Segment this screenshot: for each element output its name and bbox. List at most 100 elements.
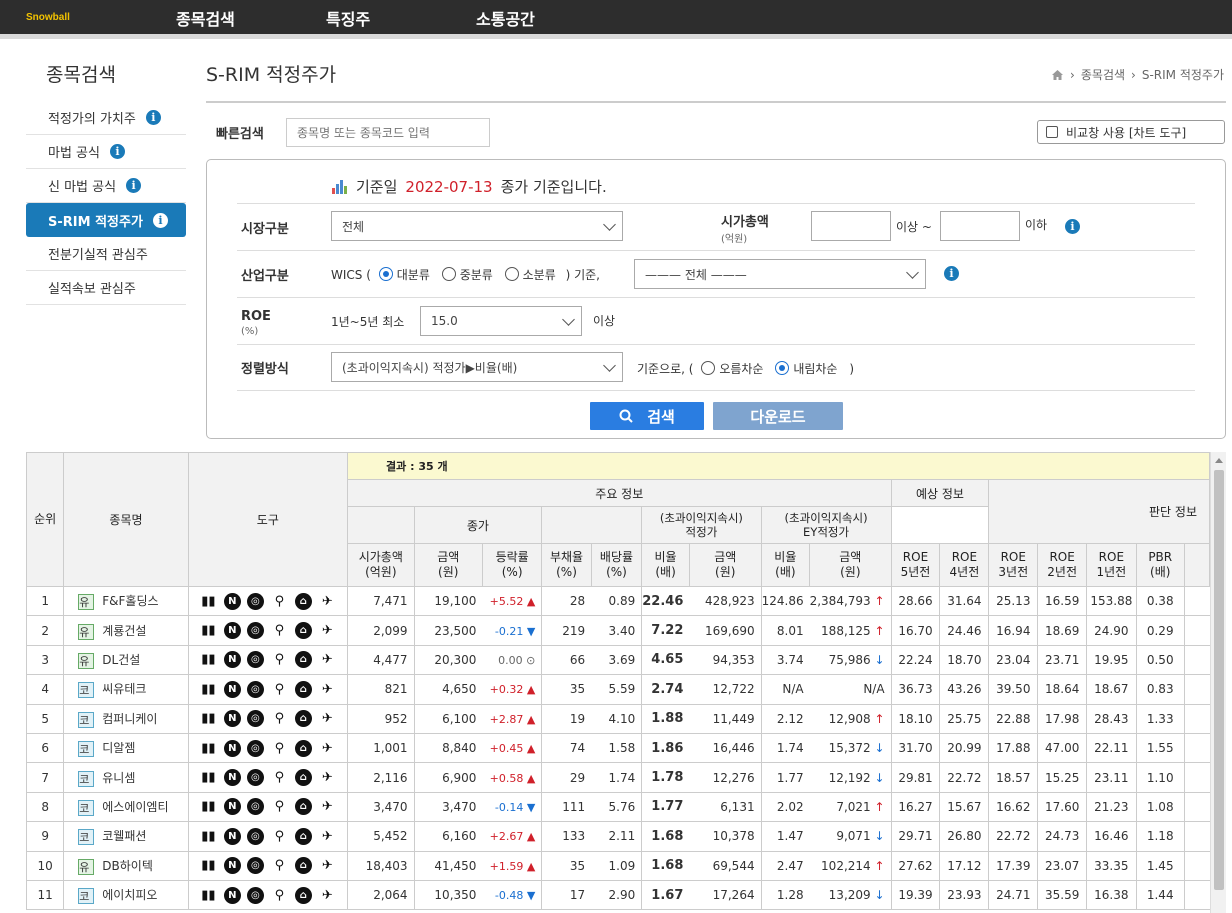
magnifier-icon[interactable]: ⚲ (270, 709, 289, 728)
col-roe3[interactable]: ROE 3년전 (988, 543, 1039, 587)
home-icon[interactable]: ⌂ (294, 798, 312, 816)
radio-minor[interactable]: 소분류 (504, 267, 556, 282)
radio-ascending[interactable]: 오름차순 (701, 361, 763, 376)
sidebar-item-3[interactable]: S-RIM 적정주가 i (26, 203, 186, 237)
sidebar-item-5[interactable]: 실적속보 관심주 (26, 271, 186, 305)
naver-icon[interactable]: N (223, 769, 241, 787)
col-market-cap[interactable]: 시가총액 (억원) (347, 543, 415, 587)
pin-icon[interactable]: ✈ (318, 621, 337, 640)
table-row[interactable]: 11 코 에이치피오 ▮▮ N ◎ ⚲ ⌂ ✈ 2,064 10,350 -0.48 ▼ 17 2.90 1… (26, 879, 1210, 911)
col-fair-price[interactable]: 금액 (원) (688, 543, 762, 587)
table-row[interactable]: 5 코 컴퍼니케이 ▮▮ N ◎ ⚲ ⌂ ✈ 952 6,100 +2.87 ▲ 19 4.10 1.88 1… (26, 703, 1210, 734)
table-row[interactable]: 3 유 DL건설 ▮▮ N ◎ ⚲ ⌂ ✈ 4,477 20,300 0.00 ⊙ 66 3.69 4.65… (26, 644, 1210, 676)
stock-name-cell[interactable]: 코 코웰패션 (63, 821, 189, 852)
stock-name-cell[interactable]: 코 에이치피오 (63, 879, 189, 911)
nav-stock-search[interactable]: 종목검색 (176, 6, 235, 30)
info-icon[interactable]: i (126, 178, 142, 193)
col-name[interactable]: 종목명 (63, 452, 189, 587)
home-icon[interactable]: ⌂ (294, 769, 312, 787)
compass-icon[interactable]: ◎ (246, 739, 264, 757)
sort-select[interactable]: (초과이익지속시) 적정가▶비율(배) (331, 352, 623, 382)
info-icon[interactable]: i (145, 110, 161, 125)
scroll-up-icon[interactable] (1215, 458, 1223, 463)
stock-name-cell[interactable]: 유 DB하이텍 (63, 850, 189, 881)
table-row[interactable]: 9 코 코웰패션 ▮▮ N ◎ ⚲ ⌂ ✈ 5,452 6,160 +2.67 ▲ 133 2.11 1.6… (26, 821, 1210, 852)
magnifier-icon[interactable]: ⚲ (270, 739, 289, 758)
col-roe2[interactable]: ROE 2년전 (1037, 543, 1088, 587)
chart-icon[interactable]: ▮▮ (199, 797, 218, 816)
chart-icon[interactable]: ▮▮ (199, 709, 218, 728)
home-icon[interactable]: ⌂ (294, 739, 312, 757)
stock-name-cell[interactable]: 코 씨유테크 (63, 674, 189, 705)
pin-icon[interactable]: ✈ (318, 797, 337, 816)
radio-ascending-dot[interactable] (701, 361, 716, 375)
magnifier-icon[interactable]: ⚲ (270, 797, 289, 816)
chart-icon[interactable]: ▮▮ (199, 856, 218, 875)
pin-icon[interactable]: ✈ (318, 768, 337, 787)
table-row[interactable]: 4 코 씨유테크 ▮▮ N ◎ ⚲ ⌂ ✈ 821 4,650 +0.32 ▲ 35 5.59 2.74 12… (26, 674, 1210, 705)
stock-name-cell[interactable]: 유 계룡건설 (63, 615, 189, 646)
info-icon[interactable]: i (944, 266, 959, 281)
radio-minor-dot[interactable] (504, 267, 519, 281)
naver-icon[interactable]: N (223, 798, 241, 816)
col-dividend[interactable]: 배당률 (%) (590, 543, 643, 587)
compass-icon[interactable]: ◎ (246, 651, 264, 669)
home-icon[interactable]: ⌂ (294, 680, 312, 698)
roe-select[interactable]: 15.0 (420, 306, 582, 336)
radio-descending[interactable]: 내림차순 (775, 361, 837, 376)
table-scrollbar[interactable] (1210, 452, 1226, 913)
chart-icon[interactable]: ▮▮ (199, 621, 218, 640)
table-row[interactable]: 6 코 디알젬 ▮▮ N ◎ ⚲ ⌂ ✈ 1,001 8,840 +0.45 ▲ 74 1.58 1.86 1… (26, 732, 1210, 764)
scrollbar-thumb[interactable] (1214, 470, 1224, 890)
naver-icon[interactable]: N (223, 651, 241, 669)
chart-icon[interactable]: ▮▮ (199, 739, 218, 758)
naver-icon[interactable]: N (223, 739, 241, 757)
naver-icon[interactable]: N (223, 592, 241, 610)
chart-icon[interactable]: ▮▮ (199, 886, 218, 905)
info-icon[interactable]: i (1065, 219, 1080, 234)
download-button[interactable]: 다운로드 (713, 402, 843, 430)
sidebar-item-2[interactable]: 신 마법 공식 i (26, 169, 186, 203)
pin-icon[interactable]: ✈ (318, 592, 337, 611)
home-icon[interactable]: ⌂ (294, 886, 312, 904)
compare-checkbox[interactable] (1046, 126, 1058, 138)
stock-name-cell[interactable]: 코 컴퍼니케이 (63, 703, 189, 734)
magnifier-icon[interactable]: ⚲ (270, 680, 289, 699)
home-icon[interactable]: ⌂ (294, 651, 312, 669)
stock-name-cell[interactable]: 코 유니셈 (63, 762, 189, 793)
table-row[interactable]: 2 유 계룡건설 ▮▮ N ◎ ⚲ ⌂ ✈ 2,099 23,500 -0.21 ▼ 219 3.40 7.… (26, 615, 1210, 646)
quick-search-input[interactable] (286, 118, 490, 147)
search-button[interactable]: 검색 (590, 402, 704, 430)
table-row[interactable]: 1 유 F&F홀딩스 ▮▮ N ◎ ⚲ ⌂ ✈ 7,471 19,100 +5.52 ▲ 28 0.89 2… (26, 585, 1210, 617)
magnifier-icon[interactable]: ⚲ (270, 621, 289, 640)
col-roe1[interactable]: ROE 1년전 (1086, 543, 1137, 587)
pin-icon[interactable]: ✈ (318, 856, 337, 875)
compass-icon[interactable]: ◎ (246, 886, 264, 904)
home-icon[interactable]: ⌂ (294, 622, 312, 640)
compare-window-toggle[interactable]: 비교창 사용 [차트 도구] (1037, 120, 1225, 144)
industry-select[interactable]: ——— 전체 ——— (634, 259, 926, 289)
naver-icon[interactable]: N (223, 857, 241, 875)
magnifier-icon[interactable]: ⚲ (270, 592, 289, 611)
sidebar-item-1[interactable]: 마법 공식 i (26, 135, 186, 169)
compass-icon[interactable]: ◎ (246, 592, 264, 610)
breadcrumb-item[interactable]: 종목검색 (1081, 66, 1125, 83)
compass-icon[interactable]: ◎ (246, 769, 264, 787)
col-ey-price[interactable]: 금액 (원) (809, 543, 892, 587)
home-icon[interactable]: ⌂ (294, 827, 312, 845)
compass-icon[interactable]: ◎ (246, 827, 264, 845)
radio-major-dot[interactable] (378, 267, 393, 281)
market-select[interactable]: 전체 (331, 211, 623, 241)
compass-icon[interactable]: ◎ (246, 622, 264, 640)
market-cap-max-input[interactable] (940, 211, 1020, 241)
naver-icon[interactable]: N (223, 886, 241, 904)
chart-icon[interactable]: ▮▮ (199, 768, 218, 787)
magnifier-icon[interactable]: ⚲ (270, 856, 289, 875)
col-roe5[interactable]: ROE 5년전 (890, 543, 941, 587)
pin-icon[interactable]: ✈ (318, 886, 337, 905)
stock-name-cell[interactable]: 코 에스에이엠티 (63, 791, 189, 823)
pin-icon[interactable]: ✈ (318, 739, 337, 758)
nav-community[interactable]: 소통공간 (476, 6, 535, 30)
compass-icon[interactable]: ◎ (246, 857, 264, 875)
naver-icon[interactable]: N (223, 622, 241, 640)
